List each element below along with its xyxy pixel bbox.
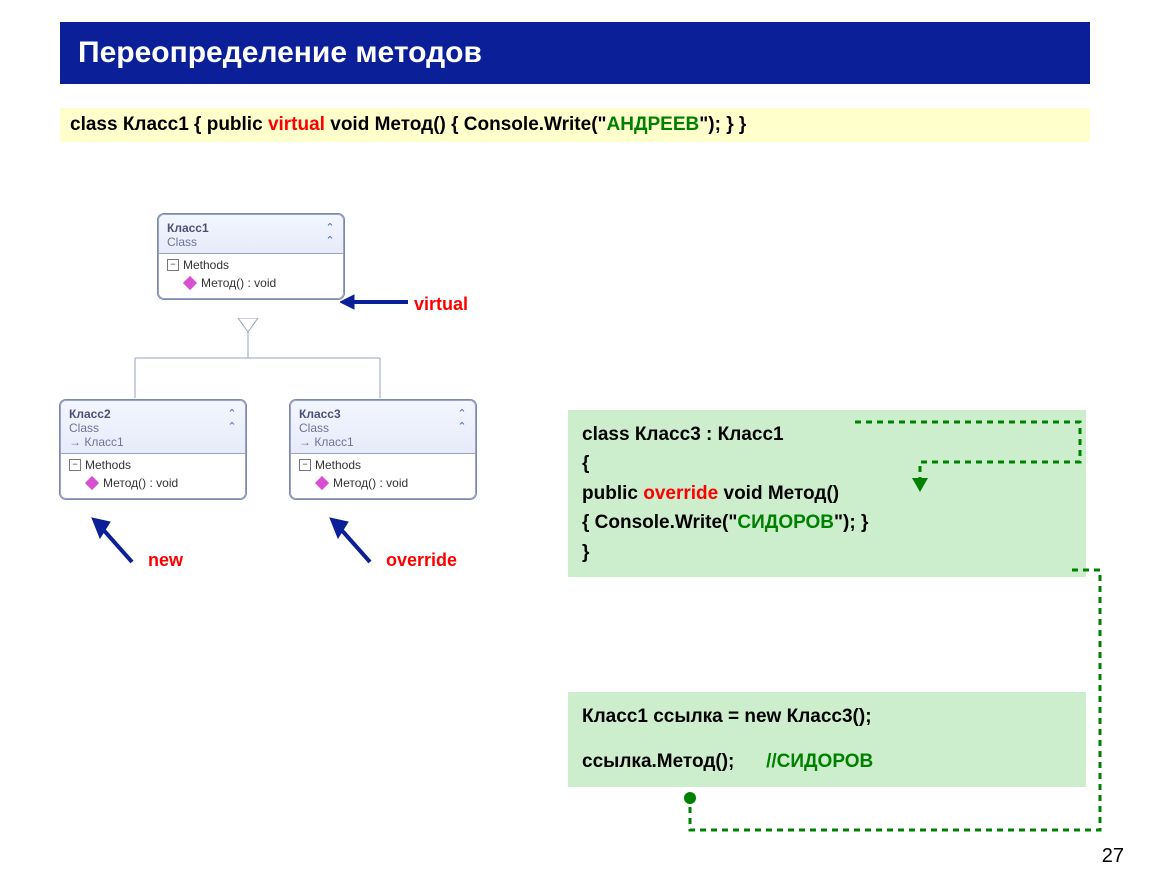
uml-stereotype: Class <box>69 421 237 435</box>
uml-class-name: Класс3 <box>299 407 467 421</box>
uml-class2: Класс2 Class Класс1 ⌃⌃ − Methods Метод()… <box>60 400 246 499</box>
minus-icon: − <box>69 459 81 471</box>
uml-stereotype: Class <box>299 421 467 435</box>
method-icon <box>315 476 329 490</box>
string-literal: АНДРЕЕВ <box>607 114 700 135</box>
collapse-icon: ⌃⌃ <box>225 407 239 433</box>
uml-method: Метод() : void <box>103 476 178 490</box>
method-icon <box>85 476 99 490</box>
uml-section: Methods <box>85 458 131 472</box>
collapse-icon: ⌃⌃ <box>323 221 337 247</box>
uml-class3: Класс3 Class Класс1 ⌃⌃ − Methods Метод()… <box>290 400 476 499</box>
slide-title: Переопределение методов <box>60 22 1090 84</box>
minus-icon: − <box>167 259 179 271</box>
uml-method: Метод() : void <box>333 476 408 490</box>
uml-stereotype: Class <box>167 235 335 249</box>
uml-inherits: Класс1 <box>299 435 467 449</box>
label-override: override <box>386 550 457 571</box>
label-new: new <box>148 550 183 571</box>
uml-method: Метод() : void <box>201 276 276 290</box>
code-text: class Класс1 { public <box>70 114 268 135</box>
uml-section: Methods <box>183 258 229 272</box>
uml-section: Methods <box>315 458 361 472</box>
label-virtual: virtual <box>414 294 468 315</box>
method-icon <box>183 276 197 290</box>
collapse-icon: ⌃⌃ <box>455 407 469 433</box>
uml-class-name: Класс2 <box>69 407 237 421</box>
code-text: "); } } <box>699 114 746 135</box>
page-number: 27 <box>1102 845 1124 868</box>
minus-icon: − <box>299 459 311 471</box>
code-bar: class Класс1 { public virtual void Метод… <box>60 108 1090 142</box>
keyword-virtual: virtual <box>268 114 325 135</box>
code-text: void Метод() { Console.Write(" <box>325 114 607 135</box>
uml-inherits: Класс1 <box>69 435 237 449</box>
uml-class-name: Класс1 <box>167 221 335 235</box>
uml-class1: Класс1 Class ⌃⌃ − Methods Метод() : void <box>158 214 344 299</box>
